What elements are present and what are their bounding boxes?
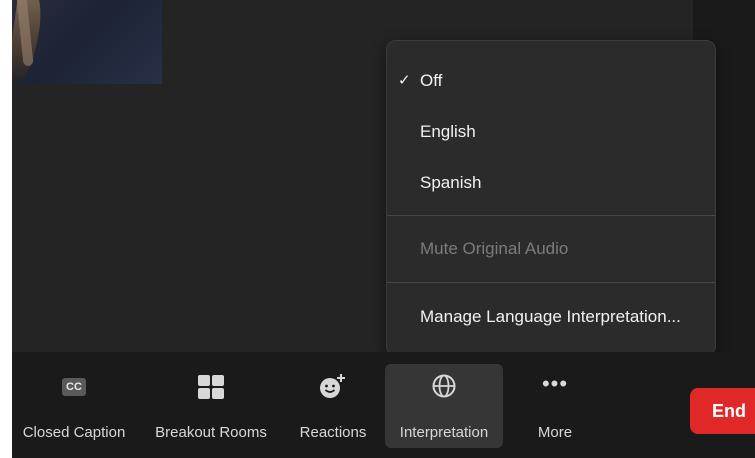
- closed-caption-label: Closed Caption: [22, 424, 126, 441]
- menu-item-label: English: [420, 122, 476, 141]
- check-icon: ✓: [398, 72, 411, 89]
- reactions-label: Reactions: [299, 424, 367, 441]
- menu-item-off[interactable]: ✓ Off: [387, 63, 715, 99]
- menu-item-mute-original-audio: Mute Original Audio: [387, 231, 715, 267]
- more-icon: •••: [541, 371, 569, 396]
- menu-item-english[interactable]: English: [387, 114, 715, 150]
- breakout-rooms-button[interactable]: Breakout Rooms: [148, 364, 274, 448]
- menu-item-label: Mute Original Audio: [420, 239, 569, 258]
- interpretation-menu: ✓ Off English Spanish Mute Original Audi…: [386, 40, 716, 356]
- interpretation-button[interactable]: Interpretation: [385, 364, 503, 448]
- cc-icon: CC: [62, 378, 86, 396]
- meeting-toolbar: CC Closed Caption Breakout Rooms Reactio…: [12, 352, 755, 458]
- menu-item-manage-interpretation[interactable]: Manage Language Interpretation...: [387, 299, 715, 335]
- menu-divider: [387, 215, 715, 216]
- menu-divider: [387, 282, 715, 283]
- smiley-plus-icon: [320, 374, 345, 398]
- grid-icon: [198, 375, 224, 399]
- menu-item-label: Off: [420, 71, 443, 90]
- more-button[interactable]: ••• More: [522, 364, 588, 448]
- more-label: More: [537, 424, 573, 441]
- menu-item-label: Manage Language Interpretation...: [420, 307, 681, 326]
- participant-video[interactable]: [12, 0, 162, 84]
- interpretation-label: Interpretation: [399, 424, 489, 441]
- reactions-button[interactable]: Reactions: [292, 364, 374, 448]
- closed-caption-button[interactable]: CC Closed Caption: [12, 364, 136, 448]
- left-edge: [0, 0, 12, 458]
- menu-item-spanish[interactable]: Spanish: [387, 165, 715, 201]
- breakout-rooms-label: Breakout Rooms: [155, 424, 267, 441]
- globe-icon: [432, 374, 456, 398]
- menu-item-label: Spanish: [420, 173, 482, 192]
- end-button[interactable]: End: [690, 388, 755, 434]
